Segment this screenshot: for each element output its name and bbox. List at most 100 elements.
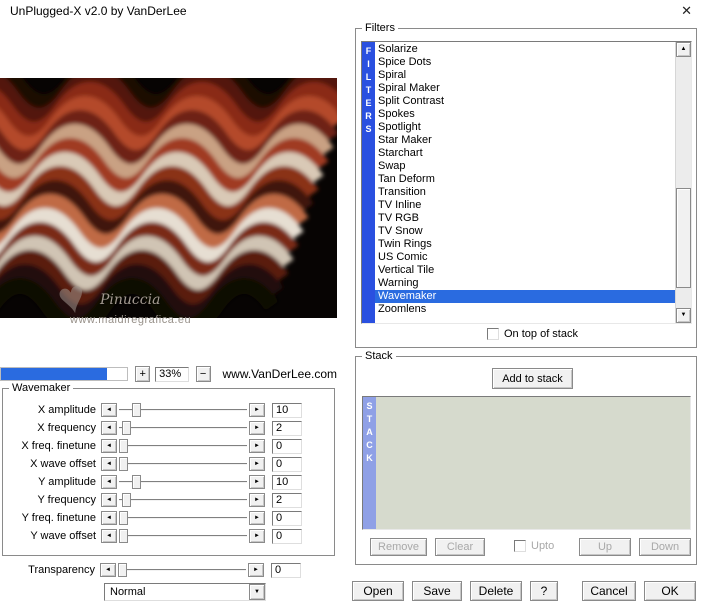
slider-right-arrow-icon[interactable]: ► bbox=[249, 511, 265, 525]
slider-value[interactable]: 10 bbox=[272, 474, 302, 490]
filter-item[interactable]: Spiral bbox=[375, 69, 675, 82]
stack-list[interactable] bbox=[376, 397, 690, 529]
slider-thumb[interactable] bbox=[119, 529, 128, 543]
slider-right-arrow-icon[interactable]: ► bbox=[249, 421, 265, 435]
filter-item[interactable]: Split Contrast bbox=[375, 95, 675, 108]
slider-track[interactable] bbox=[119, 493, 247, 507]
slider-thumb[interactable] bbox=[119, 511, 128, 525]
slider-left-arrow-icon[interactable]: ◄ bbox=[101, 475, 117, 489]
slider-row: Y wave offset ◄ ► 0 bbox=[3, 527, 334, 545]
scrollbar-track[interactable] bbox=[676, 57, 691, 308]
slider-left-arrow-icon[interactable]: ◄ bbox=[101, 493, 117, 507]
filter-item[interactable]: Solarize bbox=[375, 43, 675, 56]
slider-left-arrow-icon[interactable]: ◄ bbox=[101, 421, 117, 435]
blend-mode-select[interactable]: Normal ▼ bbox=[104, 583, 266, 601]
filter-item[interactable]: Twin Rings bbox=[375, 238, 675, 251]
open-button[interactable]: Open bbox=[352, 581, 404, 601]
slider-track[interactable] bbox=[119, 403, 247, 417]
delete-button[interactable]: Delete bbox=[470, 581, 522, 601]
close-icon[interactable]: ✕ bbox=[681, 3, 692, 19]
slider-thumb[interactable] bbox=[131, 403, 141, 417]
slider-left-arrow-icon[interactable]: ◄ bbox=[101, 457, 117, 471]
cancel-button[interactable]: Cancel bbox=[582, 581, 636, 601]
slider-track[interactable] bbox=[119, 511, 247, 525]
up-button[interactable]: Up bbox=[579, 538, 631, 556]
filter-item[interactable]: Spotlight bbox=[375, 121, 675, 134]
slider-track[interactable] bbox=[119, 529, 247, 543]
filter-item[interactable]: Swap bbox=[375, 160, 675, 173]
slider-thumb[interactable] bbox=[131, 475, 141, 489]
preview-waves-graphic bbox=[0, 78, 337, 318]
slider-row: X freq. finetune ◄ ► 0 bbox=[3, 437, 334, 455]
slider-track[interactable] bbox=[119, 457, 247, 471]
slider-thumb[interactable] bbox=[121, 421, 131, 435]
filter-item[interactable]: Spice Dots bbox=[375, 56, 675, 69]
slider-right-arrow-icon[interactable]: ► bbox=[249, 529, 265, 543]
zoom-level-field[interactable]: 33% bbox=[155, 366, 189, 382]
filter-item[interactable]: TV Inline bbox=[375, 199, 675, 212]
slider-value[interactable]: 0 bbox=[272, 528, 302, 544]
filter-item[interactable]: Vertical Tile bbox=[375, 264, 675, 277]
slider-value[interactable]: 2 bbox=[272, 492, 302, 508]
filter-item[interactable]: Zoomlens bbox=[375, 303, 675, 316]
ok-button[interactable]: OK bbox=[644, 581, 696, 601]
slider-value[interactable]: 0 bbox=[272, 456, 302, 472]
remove-button[interactable]: Remove bbox=[370, 538, 427, 556]
scroll-up-icon[interactable]: ▲ bbox=[676, 42, 691, 57]
filter-item[interactable]: TV Snow bbox=[375, 225, 675, 238]
upto-label: Upto bbox=[531, 540, 555, 552]
transparency-track[interactable] bbox=[118, 563, 246, 577]
slider-track[interactable] bbox=[119, 439, 247, 453]
transparency-thumb[interactable] bbox=[118, 563, 127, 577]
filter-item[interactable]: Tan Deform bbox=[375, 173, 675, 186]
scroll-down-icon[interactable]: ▼ bbox=[676, 308, 691, 323]
filter-item[interactable]: Wavemaker bbox=[375, 290, 675, 303]
filters-scrollbar[interactable]: ▲ ▼ bbox=[675, 42, 691, 323]
slider-left-arrow-icon[interactable]: ◄ bbox=[101, 529, 117, 543]
filter-item[interactable]: Spokes bbox=[375, 108, 675, 121]
filter-item[interactable]: Spiral Maker bbox=[375, 82, 675, 95]
slider-value[interactable]: 10 bbox=[272, 402, 302, 418]
slider-groove bbox=[119, 517, 247, 519]
down-button[interactable]: Down bbox=[639, 538, 691, 556]
slider-left-arrow-icon[interactable]: ◄ bbox=[100, 563, 116, 577]
window-title: UnPlugged-X v2.0 by VanDerLee bbox=[10, 4, 187, 18]
slider-left-arrow-icon[interactable]: ◄ bbox=[101, 511, 117, 525]
on-top-checkbox[interactable] bbox=[487, 328, 499, 340]
scrollbar-thumb[interactable] bbox=[676, 187, 691, 288]
save-button[interactable]: Save bbox=[412, 581, 462, 601]
filter-item[interactable]: Starchart bbox=[375, 147, 675, 160]
upto-checkbox[interactable] bbox=[514, 540, 526, 552]
slider-right-arrow-icon[interactable]: ► bbox=[249, 475, 265, 489]
slider-left-arrow-icon[interactable]: ◄ bbox=[101, 403, 117, 417]
filter-item[interactable]: Transition bbox=[375, 186, 675, 199]
slider-left-arrow-icon[interactable]: ◄ bbox=[101, 439, 117, 453]
slider-right-arrow-icon[interactable]: ► bbox=[249, 493, 265, 507]
filter-item[interactable]: Warning bbox=[375, 277, 675, 290]
slider-thumb[interactable] bbox=[119, 457, 128, 471]
filters-list: Solarize Spice Dots Spiral Spiral Maker Spli… bbox=[375, 42, 675, 323]
preview-image[interactable]: ♥ Pinuccia www.maidiregrafica.eu bbox=[0, 78, 337, 326]
slider-thumb[interactable] bbox=[119, 439, 128, 453]
vanderlee-website-link[interactable]: www.VanDerLee.com bbox=[223, 367, 338, 381]
dropdown-arrow-icon[interactable]: ▼ bbox=[249, 584, 265, 600]
zoom-out-button[interactable]: − bbox=[195, 366, 211, 382]
zoom-in-button[interactable]: + bbox=[135, 366, 151, 382]
slider-value[interactable]: 2 bbox=[272, 420, 302, 436]
slider-right-arrow-icon[interactable]: ► bbox=[249, 457, 265, 471]
clear-button[interactable]: Clear bbox=[435, 538, 485, 556]
slider-track[interactable] bbox=[119, 421, 247, 435]
help-button[interactable]: ? bbox=[530, 581, 558, 601]
slider-track[interactable] bbox=[119, 475, 247, 489]
slider-value[interactable]: 0 bbox=[272, 510, 302, 526]
slider-right-arrow-icon[interactable]: ► bbox=[248, 563, 264, 577]
add-to-stack-button[interactable]: Add to stack bbox=[492, 368, 573, 389]
slider-right-arrow-icon[interactable]: ► bbox=[249, 403, 265, 417]
filter-item[interactable]: TV RGB bbox=[375, 212, 675, 225]
slider-value[interactable]: 0 bbox=[272, 438, 302, 454]
filter-item[interactable]: Star Maker bbox=[375, 134, 675, 147]
transparency-value[interactable]: 0 bbox=[271, 562, 301, 578]
filter-item[interactable]: US Comic bbox=[375, 251, 675, 264]
slider-right-arrow-icon[interactable]: ► bbox=[249, 439, 265, 453]
slider-thumb[interactable] bbox=[121, 493, 131, 507]
